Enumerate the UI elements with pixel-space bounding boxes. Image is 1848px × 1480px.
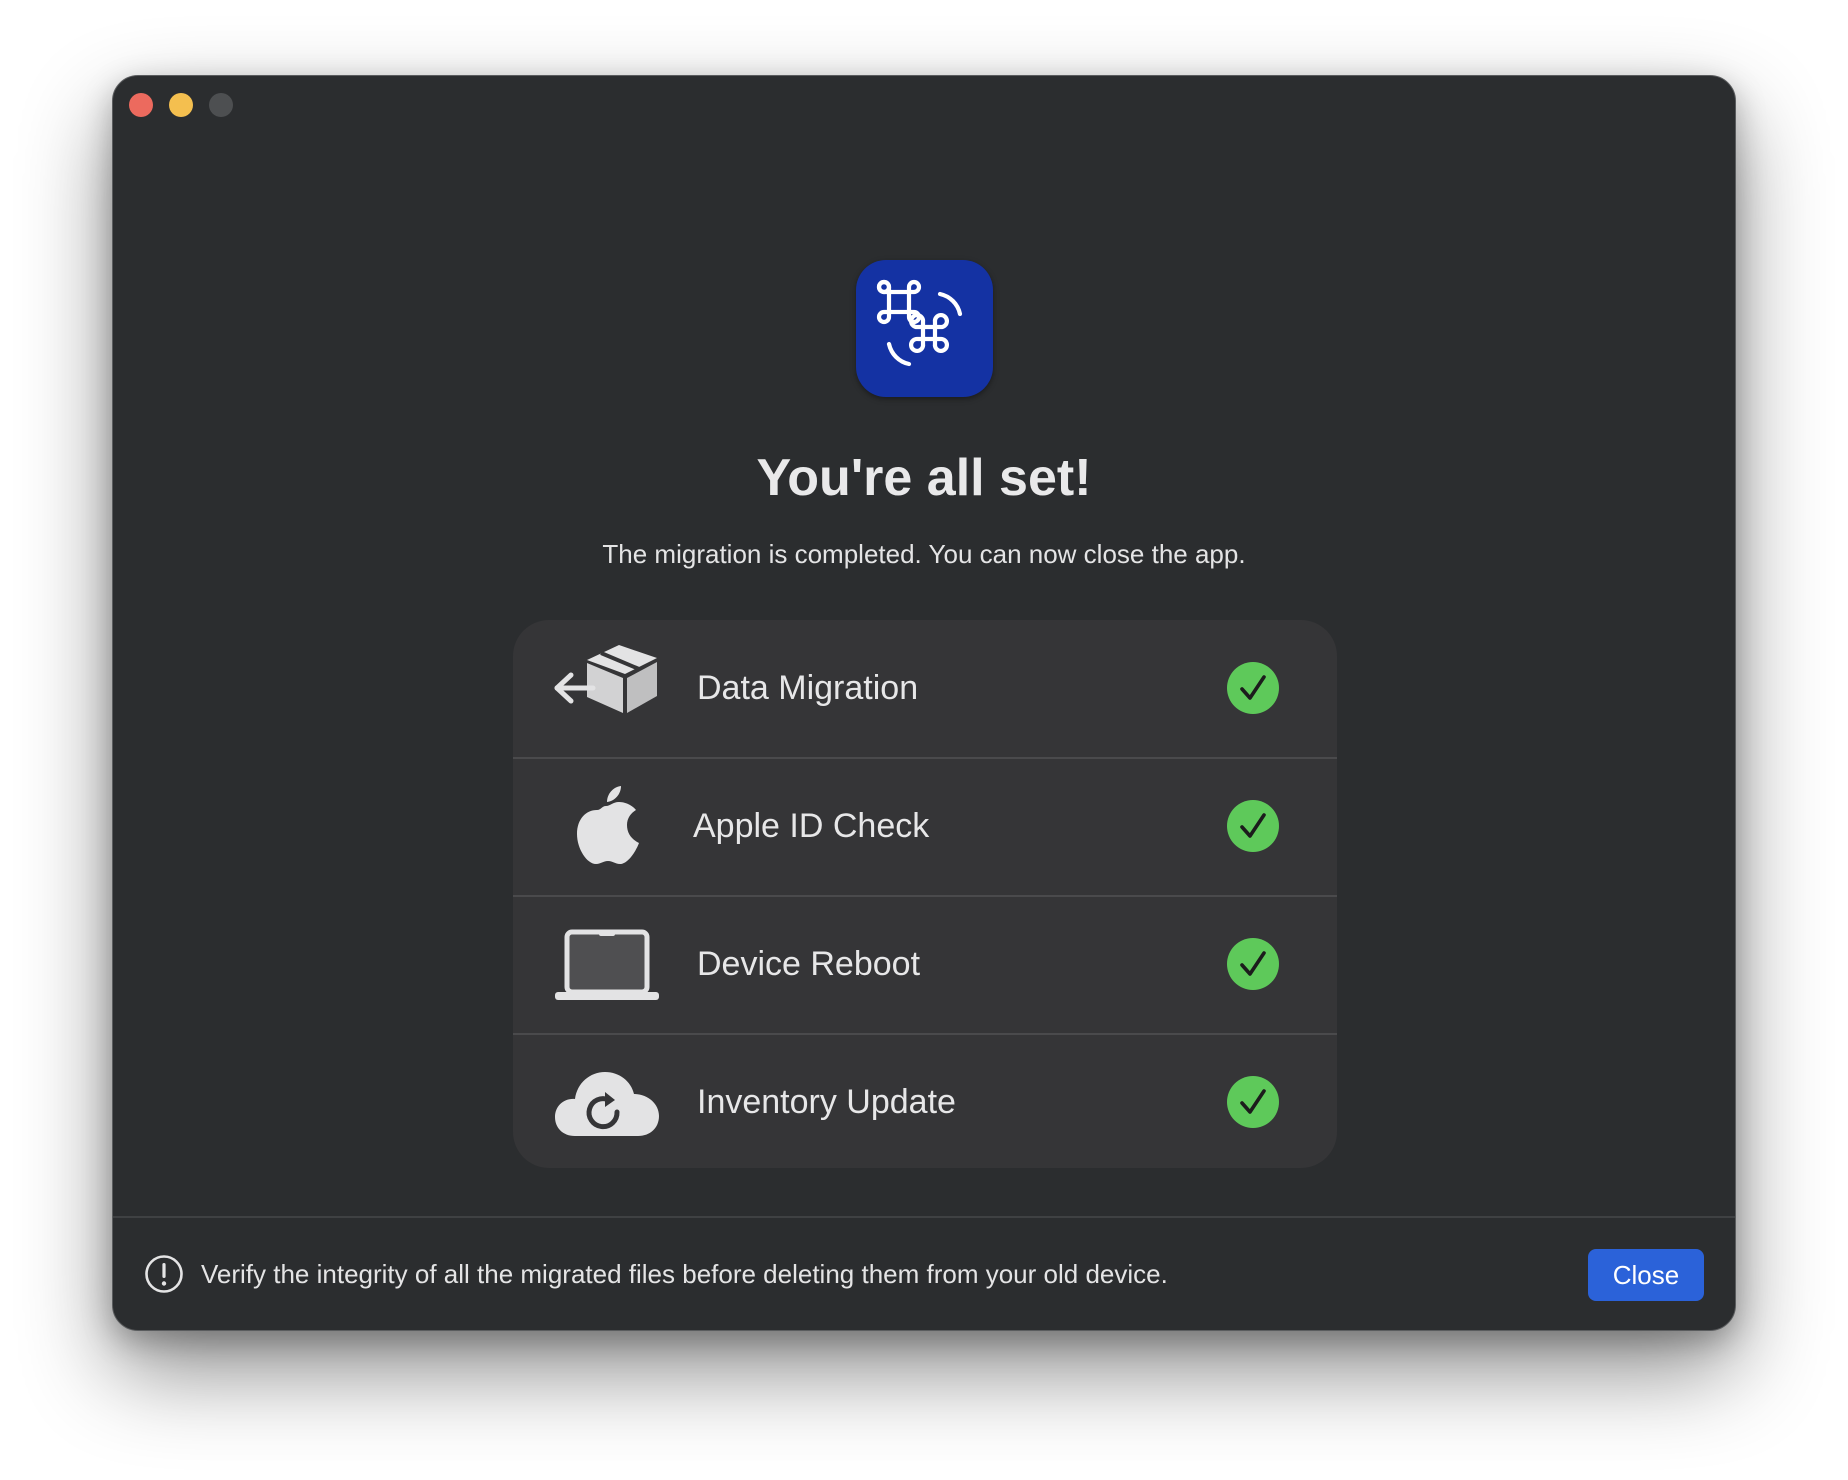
step-row-apple-id-check: Apple ID Check — [513, 758, 1337, 895]
window-minimize-button[interactable] — [169, 93, 193, 117]
step-row-device-reboot: Device Reboot — [513, 896, 1337, 1033]
window-close-button[interactable] — [129, 93, 153, 117]
close-button[interactable]: Close — [1588, 1249, 1704, 1301]
apple-logo-icon — [553, 758, 663, 895]
check-icon — [1227, 800, 1279, 852]
footer-divider — [113, 1216, 1735, 1218]
footer-notice: Verify the integrity of all the migrated… — [201, 1259, 1168, 1289]
step-label: Apple ID Check — [693, 807, 930, 845]
window-zoom-button — [209, 93, 233, 117]
page-subtitle: The migration is completed. You can now … — [602, 539, 1246, 569]
migration-window: You're all set! The migration is complet… — [112, 75, 1736, 1331]
box-transfer-icon — [553, 620, 663, 757]
command-key-icon — [856, 260, 993, 397]
step-label: Data Migration — [697, 669, 919, 707]
step-label: Device Reboot — [697, 945, 921, 983]
exclamation-circle-icon — [144, 1254, 184, 1294]
step-label: Inventory Update — [697, 1083, 956, 1121]
check-icon — [1227, 662, 1279, 714]
step-row-inventory-update: Inventory Update — [513, 1034, 1337, 1168]
cloud-sync-icon — [553, 1034, 663, 1168]
page-title: You're all set! — [756, 449, 1092, 507]
steps-card: Data Migration Apple ID Check Device Reb… — [513, 620, 1337, 1168]
laptop-icon — [553, 896, 663, 1033]
check-icon — [1227, 1076, 1279, 1128]
step-row-data-migration: Data Migration — [513, 620, 1337, 757]
check-icon — [1227, 938, 1279, 990]
